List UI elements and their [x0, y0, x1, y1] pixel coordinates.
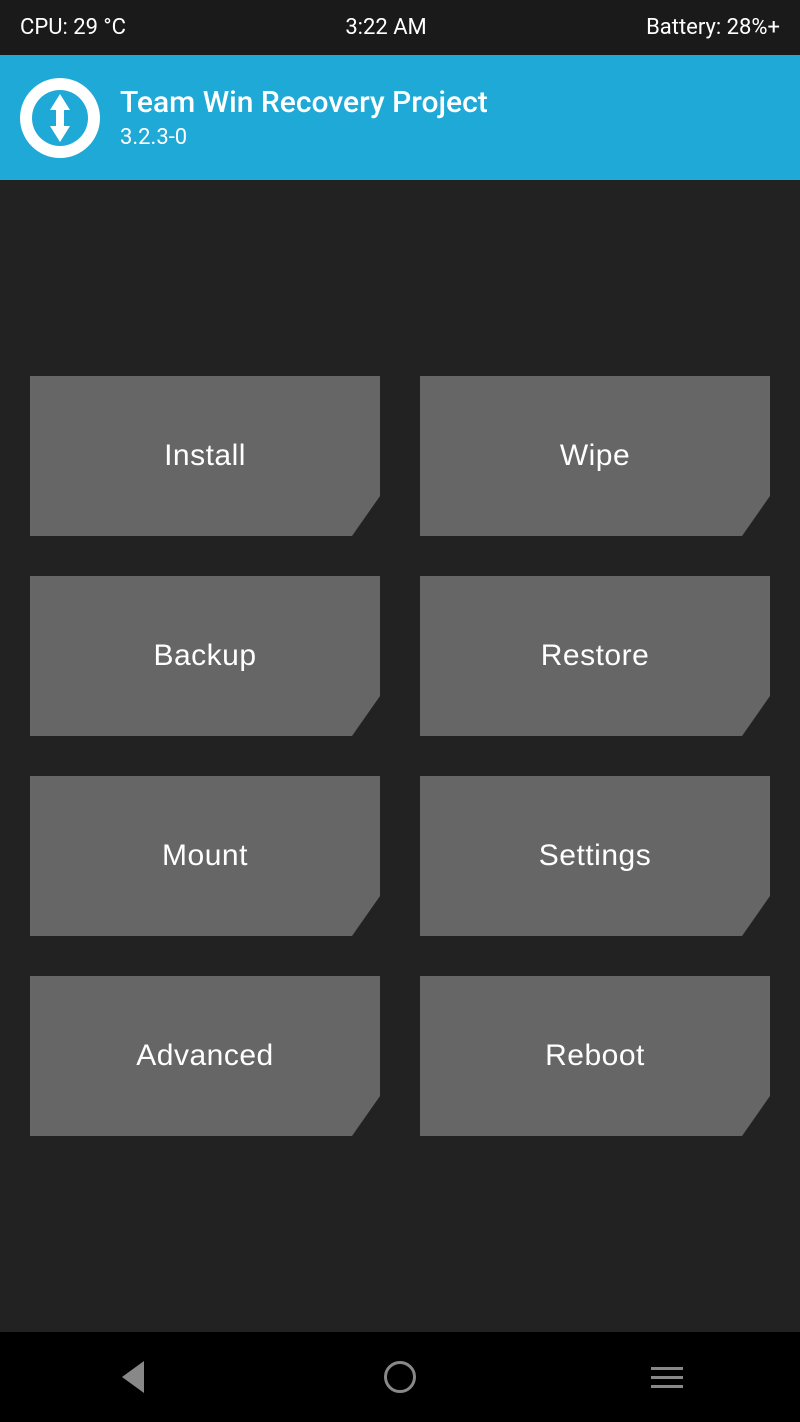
app-logo [20, 78, 100, 158]
time-status: 3:22 AM [345, 15, 426, 40]
app-header: Team Win Recovery Project 3.2.3-0 [0, 55, 800, 180]
button-grid: Install Wipe Backup Restore Mount Settin… [30, 376, 770, 1136]
app-version: 3.2.3-0 [120, 125, 488, 150]
home-icon [384, 1361, 416, 1393]
settings-button[interactable]: Settings [420, 776, 770, 936]
advanced-button[interactable]: Advanced [30, 976, 380, 1136]
app-title: Team Win Recovery Project [120, 85, 488, 121]
reboot-button[interactable]: Reboot [420, 976, 770, 1136]
main-content: Install Wipe Backup Restore Mount Settin… [0, 180, 800, 1332]
battery-status: Battery: 28%+ [646, 15, 780, 40]
cpu-status: CPU: 29 °C [20, 15, 126, 40]
wipe-button[interactable]: Wipe [420, 376, 770, 536]
nav-back-button[interactable] [103, 1347, 163, 1407]
back-icon [122, 1361, 144, 1393]
mount-button[interactable]: Mount [30, 776, 380, 936]
menu-icon [651, 1367, 683, 1388]
header-text: Team Win Recovery Project 3.2.3-0 [120, 85, 488, 150]
nav-bar [0, 1332, 800, 1422]
restore-button[interactable]: Restore [420, 576, 770, 736]
nav-home-button[interactable] [370, 1347, 430, 1407]
install-button[interactable]: Install [30, 376, 380, 536]
nav-menu-button[interactable] [637, 1347, 697, 1407]
status-bar: CPU: 29 °C 3:22 AM Battery: 28%+ [0, 0, 800, 55]
backup-button[interactable]: Backup [30, 576, 380, 736]
